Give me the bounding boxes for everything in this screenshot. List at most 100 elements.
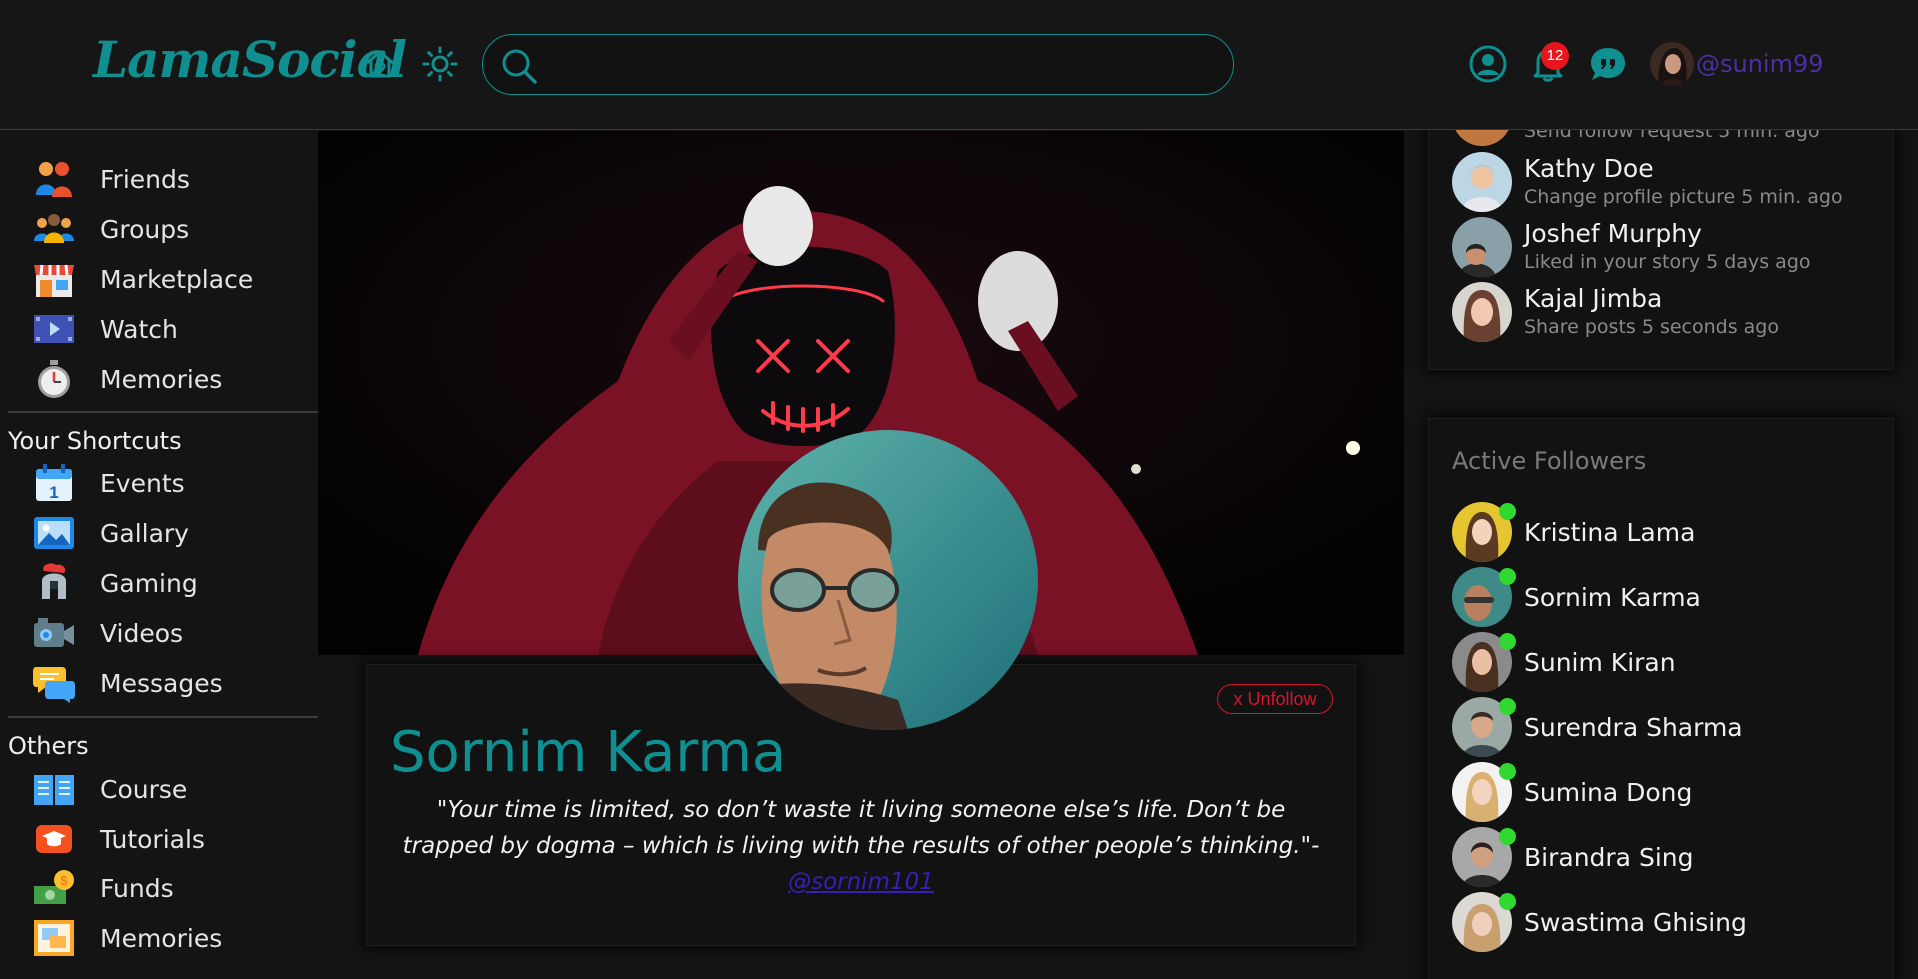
sidebar-item-groups[interactable]: Groups bbox=[32, 207, 312, 251]
gaming-helmet-icon bbox=[42, 563, 66, 599]
sidebar-item-watch[interactable]: Watch bbox=[32, 307, 312, 351]
search-bar[interactable] bbox=[482, 34, 1234, 95]
activity-avatar bbox=[1452, 152, 1512, 212]
follower-name: Sumina Dong bbox=[1524, 778, 1693, 807]
search-input[interactable] bbox=[553, 45, 1213, 85]
others-heading: Others bbox=[8, 732, 89, 760]
notification-count-badge: 12 bbox=[1541, 42, 1569, 70]
profile-picture[interactable] bbox=[738, 430, 1038, 730]
activity-item[interactable]: Kathy Doe Change profile picture 5 min. … bbox=[1452, 152, 1852, 212]
activity-item[interactable]: Joshef Murphy Liked in your story 5 days… bbox=[1452, 217, 1852, 277]
username-link[interactable]: @sunim99 bbox=[1696, 50, 1824, 78]
sidebar-item-label: Tutorials bbox=[100, 824, 205, 854]
follower-name: Swastima Ghising bbox=[1524, 908, 1747, 937]
shortcuts-heading: Your Shortcuts bbox=[8, 427, 182, 455]
sidebar-item-label: Gallary bbox=[100, 518, 189, 548]
sidebar-item-label: Videos bbox=[100, 618, 184, 648]
activity-name: Joshef Murphy bbox=[1524, 219, 1702, 248]
memories-icon bbox=[38, 360, 70, 398]
follower-item[interactable]: Birandra Sing bbox=[1452, 827, 1852, 887]
sidebar-item-label: Messages bbox=[100, 668, 223, 698]
memories-photos-icon bbox=[34, 920, 74, 956]
calendar-icon: 1 bbox=[36, 464, 72, 502]
groups-icon bbox=[34, 214, 74, 243]
course-book-icon bbox=[34, 775, 74, 805]
sidebar-divider bbox=[8, 716, 318, 718]
left-sidebar: Friends Groups Marketplace Watch Memorie… bbox=[0, 131, 318, 979]
sidebar-item-label: Watch bbox=[100, 314, 178, 344]
gallery-icon bbox=[34, 517, 74, 549]
profile-handle-link[interactable]: @sornim101 bbox=[788, 869, 934, 895]
online-status-dot bbox=[1499, 698, 1516, 715]
profile-icon[interactable] bbox=[1468, 44, 1508, 84]
follower-name: Surendra Sharma bbox=[1524, 713, 1743, 742]
video-camera-icon bbox=[34, 618, 74, 647]
sidebar-item-messages[interactable]: Messages bbox=[32, 661, 312, 705]
profile-name: Sornim Karma bbox=[390, 720, 787, 785]
tutorials-icon bbox=[36, 825, 72, 853]
follower-item[interactable]: Surendra Sharma bbox=[1452, 697, 1852, 757]
activity-item[interactable]: Kajal Jimba Share posts 5 seconds ago bbox=[1452, 282, 1852, 342]
follower-item[interactable]: Sumina Dong bbox=[1452, 762, 1852, 822]
follower-name: Sunim Kiran bbox=[1524, 648, 1676, 677]
online-status-dot bbox=[1499, 503, 1516, 520]
sidebar-item-funds[interactable]: $ Funds bbox=[32, 866, 312, 910]
follower-item[interactable]: Sunim Kiran bbox=[1452, 632, 1852, 692]
sidebar-item-memories[interactable]: Memories bbox=[32, 357, 312, 401]
follower-name: Kristina Lama bbox=[1524, 518, 1696, 547]
follower-item[interactable]: Kristina Lama bbox=[1452, 502, 1852, 562]
follower-name: Birandra Sing bbox=[1524, 843, 1694, 872]
activity-avatar bbox=[1452, 217, 1512, 277]
sidebar-item-label: Course bbox=[100, 774, 188, 804]
sidebar-item-label: Events bbox=[100, 468, 185, 498]
active-followers-title: Active Followers bbox=[1452, 447, 1647, 475]
follower-item[interactable]: Swastima Ghising bbox=[1452, 892, 1852, 952]
funds-icon: $ bbox=[34, 870, 74, 904]
activity-description: Change profile picture 5 min. ago bbox=[1524, 186, 1843, 208]
sidebar-item-label: Funds bbox=[100, 873, 174, 903]
svg-text:1: 1 bbox=[49, 483, 58, 502]
activity-name: Kajal Jimba bbox=[1524, 284, 1663, 313]
unfollow-button[interactable]: x Unfollow bbox=[1217, 684, 1333, 714]
sidebar-item-gaming[interactable]: Gaming bbox=[32, 561, 312, 605]
follower-name: Sornim Karma bbox=[1524, 583, 1701, 612]
profile-quote: "Your time is limited, so don’t waste it… bbox=[390, 792, 1332, 900]
top-bar: LamaSocial 12 @sunim99 bbox=[0, 0, 1918, 130]
svg-text:$: $ bbox=[60, 873, 68, 888]
messages-icon bbox=[33, 667, 75, 703]
sidebar-item-events[interactable]: 1 Events bbox=[32, 461, 312, 505]
activity-description: Liked in your story 5 days ago bbox=[1524, 251, 1811, 273]
friends-icon bbox=[36, 162, 72, 197]
online-status-dot bbox=[1499, 568, 1516, 585]
activity-avatar bbox=[1452, 282, 1512, 342]
sidebar-item-label: Friends bbox=[100, 164, 190, 194]
sidebar-item-memories-2[interactable]: Memories bbox=[32, 916, 312, 960]
sidebar-item-videos[interactable]: Videos bbox=[32, 611, 312, 655]
follower-item[interactable]: Sornim Karma bbox=[1452, 567, 1852, 627]
sidebar-item-tutorials[interactable]: Tutorials bbox=[32, 817, 312, 861]
sidebar-item-label: Memories bbox=[100, 923, 223, 953]
online-status-dot bbox=[1499, 828, 1516, 845]
online-status-dot bbox=[1499, 633, 1516, 650]
sidebar-item-label: Marketplace bbox=[100, 264, 254, 294]
online-status-dot bbox=[1499, 893, 1516, 910]
sidebar-item-gallary[interactable]: Gallary bbox=[32, 511, 312, 555]
sidebar-item-label: Gaming bbox=[100, 568, 198, 598]
app-logo[interactable]: LamaSocial bbox=[93, 30, 407, 89]
watch-icon bbox=[34, 315, 74, 343]
online-status-dot bbox=[1499, 763, 1516, 780]
sidebar-divider bbox=[8, 411, 318, 413]
user-avatar[interactable] bbox=[1650, 42, 1694, 86]
sidebar-item-friends[interactable]: Friends bbox=[32, 157, 312, 201]
sidebar-item-label: Groups bbox=[100, 214, 190, 244]
home-icon[interactable] bbox=[362, 46, 398, 82]
chat-messages-icon[interactable] bbox=[1588, 44, 1628, 84]
sidebar-item-course[interactable]: Course bbox=[32, 767, 312, 811]
sidebar-item-label: Memories bbox=[100, 364, 223, 394]
theme-toggle-sun-icon[interactable] bbox=[422, 46, 458, 82]
search-icon bbox=[502, 49, 537, 84]
marketplace-icon bbox=[34, 264, 74, 297]
sidebar-item-marketplace[interactable]: Marketplace bbox=[32, 257, 312, 301]
activity-name: Kathy Doe bbox=[1524, 154, 1654, 183]
activity-description: Share posts 5 seconds ago bbox=[1524, 316, 1779, 338]
